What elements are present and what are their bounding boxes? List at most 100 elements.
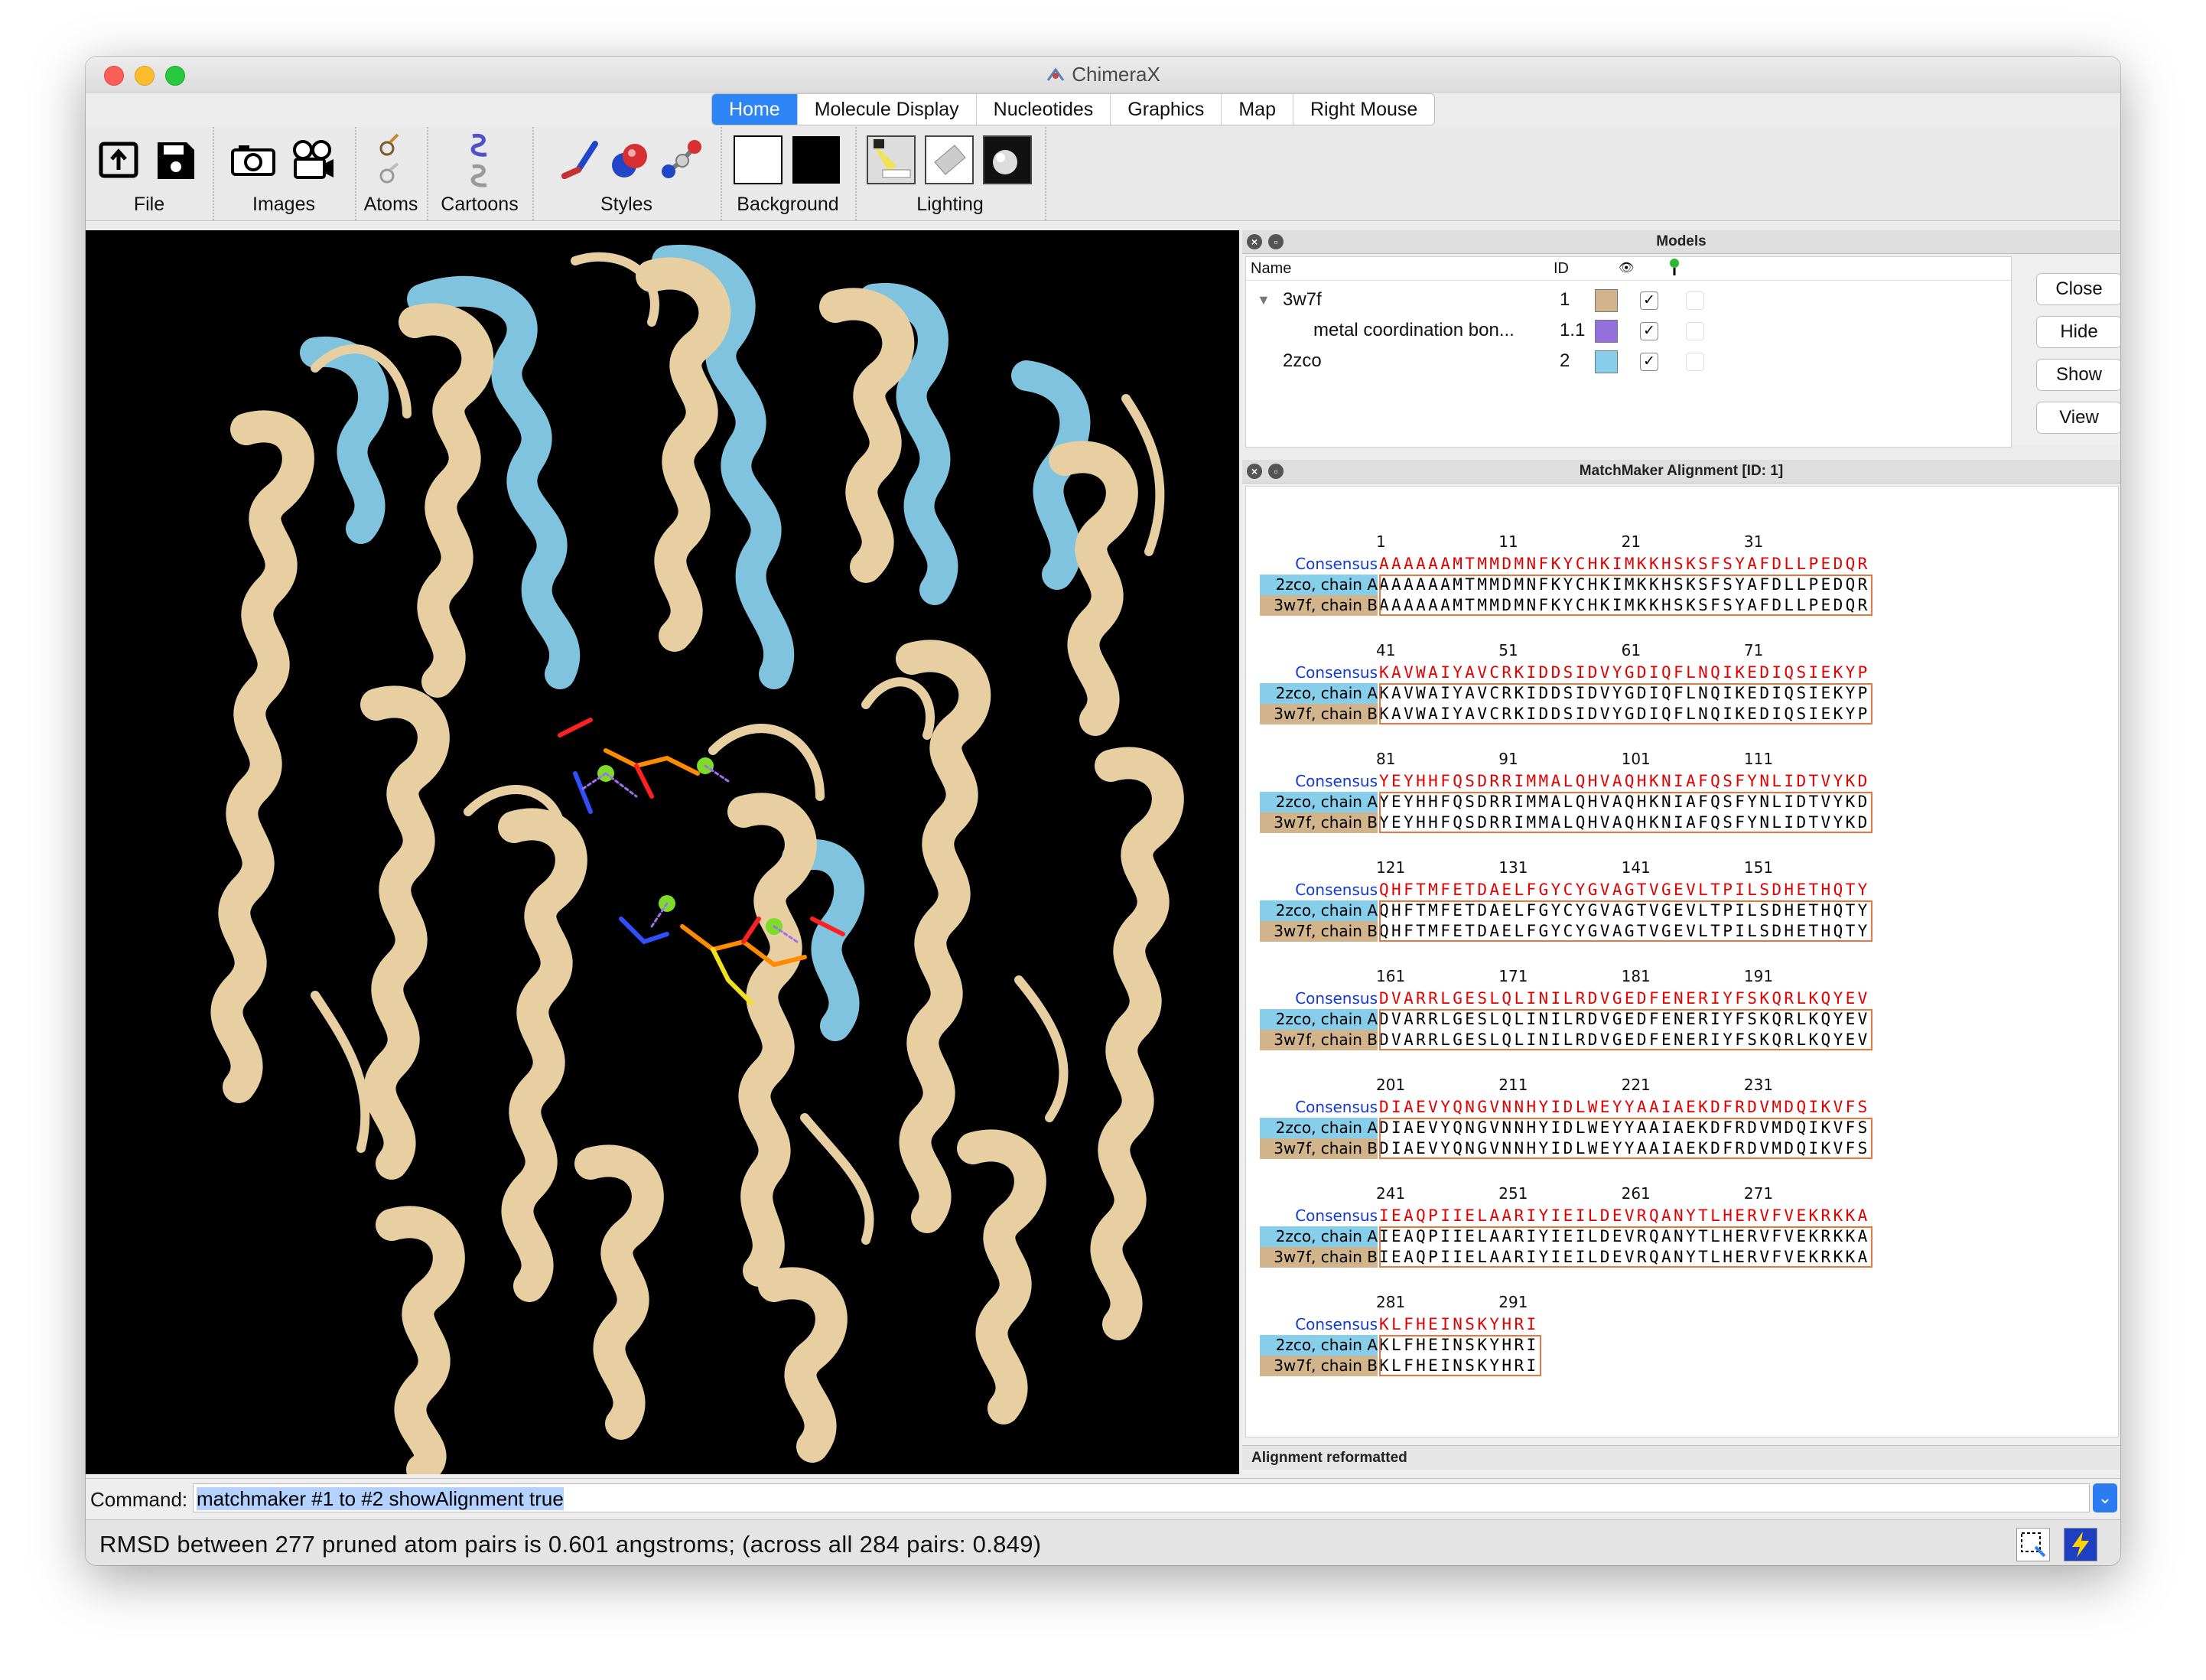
chain-a-row-label[interactable]: 2zco, chain A bbox=[1260, 1335, 1378, 1356]
models-table: Name ID 👁 ▼ 3w7f 1 ✓ metal coordination … bbox=[1245, 256, 2012, 448]
chain-b-row-label[interactable]: 3w7f, chain B bbox=[1260, 704, 1378, 724]
close-model-button[interactable]: Close bbox=[2036, 273, 2120, 305]
command-history-dropdown[interactable]: ⌄ bbox=[2093, 1483, 2117, 1512]
residue-number: 141 bbox=[1621, 858, 1651, 877]
model-color-swatch[interactable] bbox=[1595, 289, 1618, 312]
consensus-row-label[interactable]: Consensus bbox=[1260, 1097, 1378, 1118]
chain-a-row-label[interactable]: 2zco, chain A bbox=[1260, 683, 1378, 704]
sequence-viewer[interactable]: 1 11 21 31 Consensus AAAAAAMTMMDMNFKYCHKIMKKH… bbox=[1245, 486, 2119, 1437]
model-select-checkbox[interactable] bbox=[1686, 353, 1704, 371]
chain-a-row-label[interactable]: 2zco, chain A bbox=[1260, 1009, 1378, 1030]
model-row-metal-coordination[interactable]: metal coordination bon... 1.1 ✓ bbox=[1246, 315, 2011, 346]
consensus-row-label[interactable]: Consensus bbox=[1260, 771, 1378, 792]
simple-lighting-icon[interactable] bbox=[866, 135, 916, 185]
chain-a-row-label[interactable]: 2zco, chain A bbox=[1260, 900, 1378, 921]
sphere-style-icon[interactable] bbox=[604, 135, 655, 185]
show-model-button[interactable]: Show bbox=[2036, 359, 2120, 391]
save-icon[interactable] bbox=[150, 135, 200, 185]
eye-icon[interactable]: 👁 bbox=[1619, 257, 1634, 280]
chain-a-row-label[interactable]: 2zco, chain A bbox=[1260, 1226, 1378, 1247]
model-row-2zco[interactable]: 2zco 2 ✓ bbox=[1246, 346, 2011, 376]
cartoon-show-icon[interactable] bbox=[456, 130, 505, 161]
model-select-checkbox[interactable] bbox=[1686, 291, 1704, 310]
model-visibility-checkbox[interactable]: ✓ bbox=[1640, 291, 1658, 310]
toolbar-group-atoms: Atoms bbox=[355, 127, 428, 220]
residue-number: 71 bbox=[1743, 641, 1764, 659]
chain-b-row-label[interactable]: 3w7f, chain B bbox=[1260, 1138, 1378, 1159]
alignment-panel: MatchMaker Alignment [ID: 1] × ▫ 1 11 21 31… bbox=[1242, 460, 2120, 1474]
tab-graphics[interactable]: Graphics bbox=[1111, 94, 1222, 125]
consensus-sequence[interactable]: DIAEVYQNGVNNHYIDLWEYYAAIAEKDFRDVMDQIKVFS bbox=[1379, 1097, 1870, 1118]
chain-b-row-label[interactable]: 3w7f, chain B bbox=[1260, 921, 1378, 942]
consensus-sequence[interactable]: AAAAAAMTMMDMNFKYCHKIMKKHSKSFSYAFDLLPEDQR bbox=[1379, 554, 1870, 575]
tab-map[interactable]: Map bbox=[1222, 94, 1293, 125]
full-lighting-icon[interactable] bbox=[982, 135, 1033, 185]
tab-molecule-display[interactable]: Molecule Display bbox=[798, 94, 977, 125]
consensus-sequence[interactable]: DVARRLGESLQLINILRDVGEDFENERIYFSKQRLKQYEV bbox=[1379, 988, 1870, 1009]
soft-lighting-icon[interactable] bbox=[924, 135, 974, 185]
models-panel-close-icon[interactable]: × bbox=[1247, 234, 1262, 249]
hide-model-button[interactable]: Hide bbox=[2036, 316, 2120, 348]
residue-number: 81 bbox=[1376, 750, 1396, 768]
alignment-panel-undock-icon[interactable]: ▫ bbox=[1268, 464, 1284, 479]
select-color-icon[interactable] bbox=[1668, 257, 1679, 280]
model-visibility-checkbox[interactable]: ✓ bbox=[1640, 353, 1658, 371]
model-select-checkbox[interactable] bbox=[1686, 322, 1704, 340]
model-row-3w7f[interactable]: ▼ 3w7f 1 ✓ bbox=[1246, 285, 2011, 315]
chain-b-row-label[interactable]: 3w7f, chain B bbox=[1260, 1030, 1378, 1050]
chain-a-row-label[interactable]: 2zco, chain A bbox=[1260, 575, 1378, 595]
alignment-block: 241 251 261 271 Consensus IEAQPIIELAARIYIEILD… bbox=[1246, 1184, 2118, 1268]
consensus-sequence[interactable]: KLFHEINSKYHRI bbox=[1379, 1314, 1539, 1335]
consensus-sequence[interactable]: IEAQPIIELAARIYIEILDEVRQANYTLHERVFVEKRKKA bbox=[1379, 1206, 1870, 1226]
movie-camera-icon[interactable] bbox=[288, 135, 338, 185]
tab-home[interactable]: Home bbox=[712, 94, 798, 125]
atoms-hide-icon[interactable] bbox=[366, 161, 415, 191]
graphics-speed-icon[interactable] bbox=[2064, 1528, 2097, 1561]
alignment-panel-close-icon[interactable]: × bbox=[1247, 464, 1262, 479]
consensus-sequence[interactable]: KAVWAIYAVCRKIDDSIDVYGDIQFLNQIKEDIQSIEKYP bbox=[1379, 663, 1870, 683]
consensus-row-label[interactable]: Consensus bbox=[1260, 663, 1378, 683]
view-model-button[interactable]: View bbox=[2036, 402, 2120, 434]
toolbar-group-label: Atoms bbox=[363, 194, 418, 215]
toolbar-group-label: Lighting bbox=[916, 194, 984, 215]
chain-b-row-label[interactable]: 3w7f, chain B bbox=[1260, 595, 1378, 616]
chain-b-row-label[interactable]: 3w7f, chain B bbox=[1260, 1247, 1378, 1268]
residue-number: 171 bbox=[1498, 967, 1528, 985]
white-background-icon[interactable] bbox=[733, 135, 783, 185]
chain-b-row-label[interactable]: 3w7f, chain B bbox=[1260, 812, 1378, 833]
residue-number: 51 bbox=[1498, 641, 1518, 659]
expand-triangle-icon[interactable]: ▼ bbox=[1257, 285, 1271, 315]
consensus-row-label[interactable]: Consensus bbox=[1260, 1314, 1378, 1335]
selection-inspector-icon[interactable] bbox=[2016, 1528, 2050, 1561]
column-header-id[interactable]: ID bbox=[1554, 257, 1569, 280]
chain-a-row-label[interactable]: 2zco, chain A bbox=[1260, 792, 1378, 812]
consensus-row-label[interactable]: Consensus bbox=[1260, 988, 1378, 1009]
cartoon-hide-icon[interactable] bbox=[456, 161, 505, 191]
consensus-row-label[interactable]: Consensus bbox=[1260, 880, 1378, 900]
open-icon[interactable] bbox=[93, 135, 144, 185]
residue-number: 221 bbox=[1621, 1076, 1651, 1094]
model-color-swatch[interactable] bbox=[1595, 350, 1618, 373]
atoms-show-icon[interactable] bbox=[366, 130, 415, 161]
command-input[interactable]: matchmaker #1 to #2 showAlignment true bbox=[193, 1483, 2090, 1512]
chain-a-row-label[interactable]: 2zco, chain A bbox=[1260, 1118, 1378, 1138]
tab-nucleotides[interactable]: Nucleotides bbox=[977, 94, 1111, 125]
consensus-row-label[interactable]: Consensus bbox=[1260, 554, 1378, 575]
ribbon-tabs: Home Molecule Display Nucleotides Graphi… bbox=[711, 93, 1436, 125]
consensus-row-label[interactable]: Consensus bbox=[1260, 1206, 1378, 1226]
graphics-viewport[interactable] bbox=[86, 230, 1239, 1474]
stick-style-icon[interactable] bbox=[555, 135, 606, 185]
ball-stick-style-icon[interactable] bbox=[656, 135, 707, 185]
camera-icon[interactable] bbox=[228, 135, 278, 185]
consensus-sequence[interactable]: QHFTMFETDAELFGYCYGVAGTVGEVLTPILSDHETHQTY bbox=[1379, 880, 1870, 900]
column-header-name[interactable]: Name bbox=[1251, 257, 1291, 280]
chain-b-row-label[interactable]: 3w7f, chain B bbox=[1260, 1356, 1378, 1376]
tab-right-mouse[interactable]: Right Mouse bbox=[1293, 94, 1434, 125]
models-panel-undock-icon[interactable]: ▫ bbox=[1268, 234, 1284, 249]
model-visibility-checkbox[interactable]: ✓ bbox=[1640, 322, 1658, 340]
consensus-sequence[interactable]: YEYHHFQSDRRIMMALQHVAQHKNIAFQSFYNLIDTVYKD bbox=[1379, 771, 1870, 792]
black-background-icon[interactable] bbox=[791, 135, 841, 185]
model-color-swatch[interactable] bbox=[1595, 320, 1618, 343]
residue-number: 121 bbox=[1376, 858, 1406, 877]
structure-match-region bbox=[1379, 1226, 1873, 1268]
